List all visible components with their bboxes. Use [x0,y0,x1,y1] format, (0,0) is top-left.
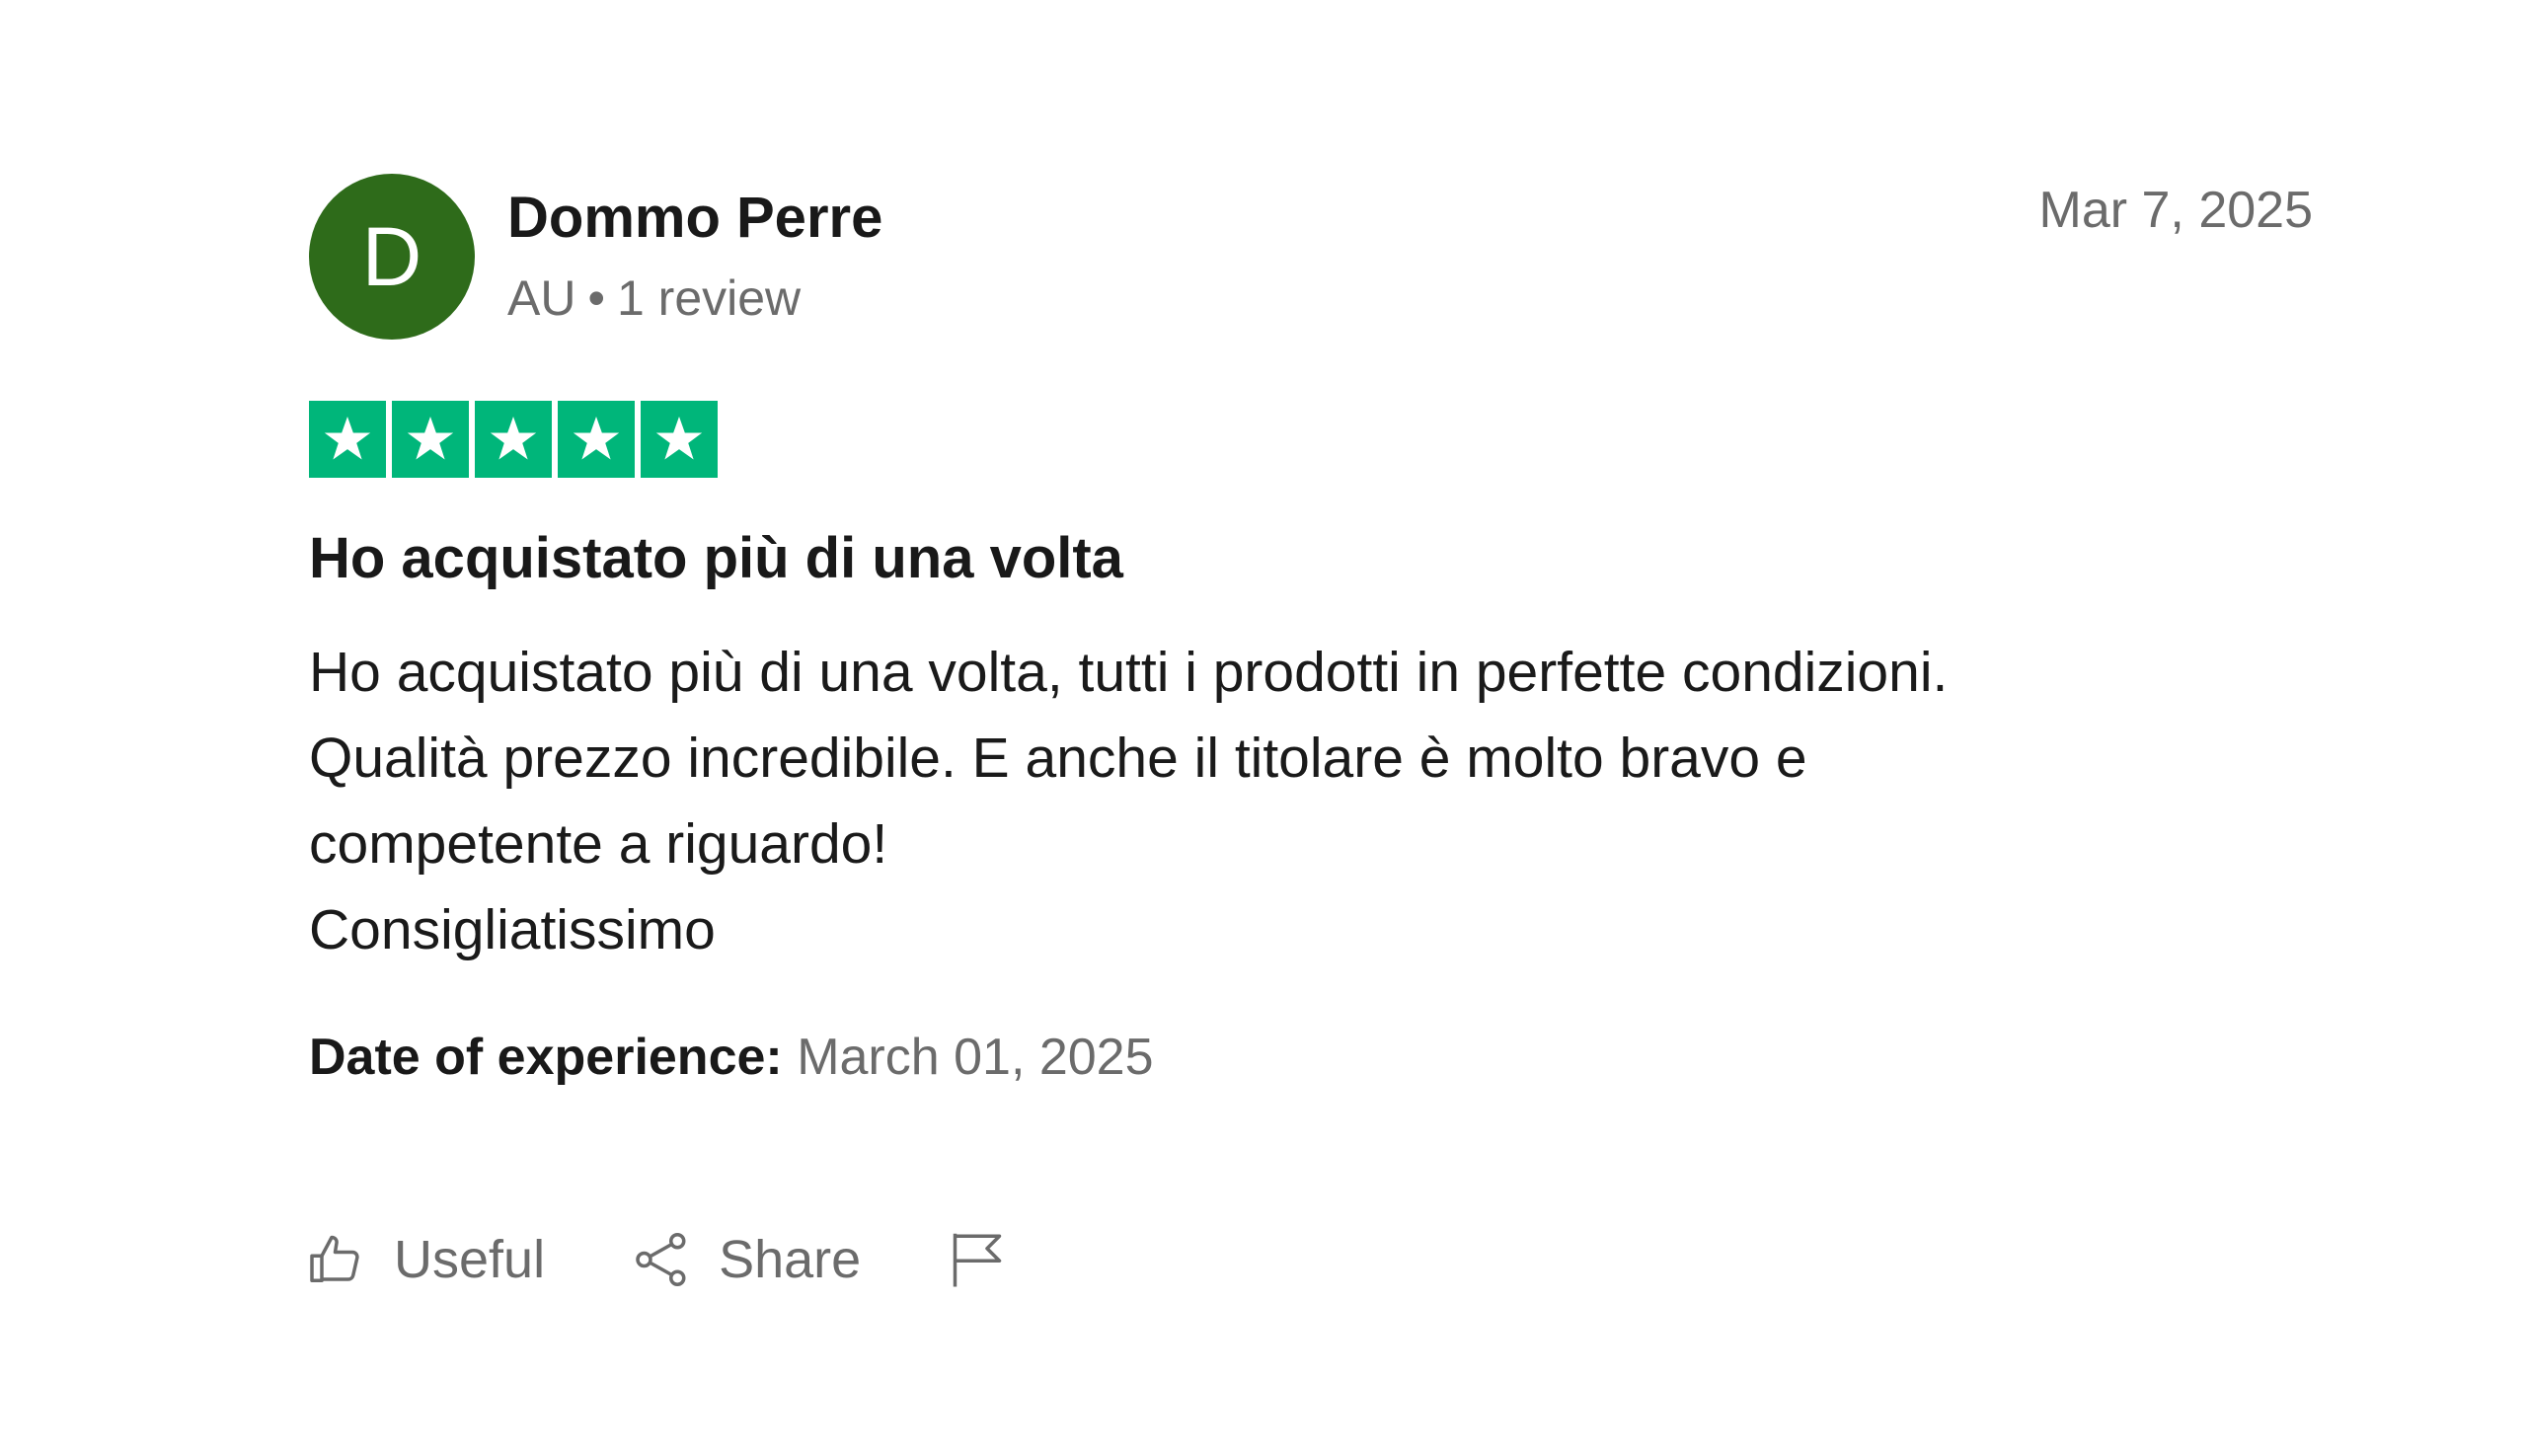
avatar[interactable]: D [309,174,475,340]
share-label: Share [719,1230,862,1289]
star-5 [641,401,718,478]
review-body-line: competente a riguardo! [309,812,888,876]
date-of-experience: Date of experience: March 01, 2025 [309,1027,1154,1088]
share-icon [636,1233,686,1286]
review-body-line: Qualità prezzo incredibile. E anche il t… [309,727,1807,790]
useful-button[interactable]: Useful [307,1229,545,1290]
useful-label: Useful [394,1230,546,1289]
review-body-line: Ho acquistato più di una volta, tutti i … [309,641,1949,704]
star-icon [324,417,371,460]
reviewer-review-count: 1 review [616,270,802,326]
star-icon [573,417,620,460]
review-body: Ho acquistato più di una volta, tutti i … [309,630,2313,973]
star-2 [392,401,469,478]
star-icon [655,417,703,460]
review-body-line: Consigliatissimo [309,898,716,961]
reviewer-country: AU [507,270,576,326]
flag-icon [953,1233,1002,1287]
star-rating [309,401,718,478]
thumbs-up-icon [310,1235,359,1282]
star-4 [558,401,635,478]
meta-separator: • [587,270,605,326]
review-actions: Useful Share [307,1220,1094,1299]
reviewer-name[interactable]: Dommo Perre [507,184,882,253]
experience-label: Date of experience: [309,1029,783,1086]
review-date: Mar 7, 2025 [2038,182,2314,239]
share-button[interactable]: Share [632,1229,861,1290]
star-3 [475,401,552,478]
review-title[interactable]: Ho acquistato più di una volta [309,524,1123,593]
experience-date: March 01, 2025 [797,1029,1154,1086]
star-icon [407,417,454,460]
star-1 [309,401,386,478]
review-card: D Dommo Perre AU • 1 review Mar 7, 2025 Ho… [309,174,2313,1309]
reviewer-meta: AU • 1 review [507,268,801,328]
star-icon [490,417,537,460]
report-button[interactable] [948,1230,1007,1289]
